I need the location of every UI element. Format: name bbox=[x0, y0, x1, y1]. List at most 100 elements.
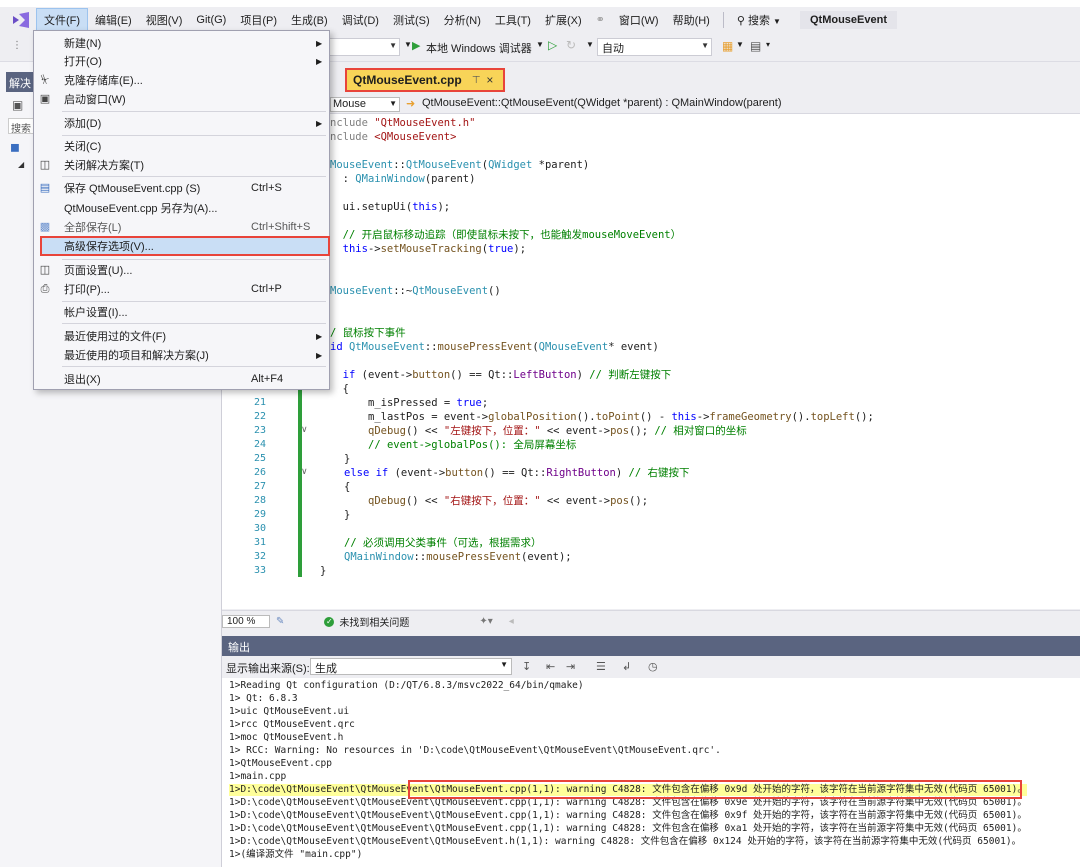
chevron-down-icon[interactable]: ▼ bbox=[736, 40, 744, 49]
code-line: QMainWindow::mousePressEvent(event); bbox=[344, 551, 572, 563]
play-icon[interactable]: ▶ bbox=[412, 39, 420, 52]
clock-icon[interactable]: ◷ bbox=[648, 660, 658, 673]
menu-item-advanced-save[interactable]: 高级保存选项(V)... bbox=[40, 236, 330, 256]
submenu-arrow-icon: ▶ bbox=[316, 56, 323, 66]
menu-project[interactable]: 项目(P) bbox=[233, 9, 284, 31]
line-number: 32 bbox=[253, 551, 266, 562]
menu-tools[interactable]: 工具(T) bbox=[488, 9, 538, 31]
scope-label: Mouse bbox=[333, 98, 367, 110]
menu-separator bbox=[62, 366, 326, 367]
start-without-debug-icon[interactable]: ▷ bbox=[548, 38, 557, 52]
method-icon: ➜ bbox=[406, 98, 416, 110]
tree-expand-icon[interactable]: ◢ bbox=[18, 160, 24, 169]
submenu-arrow-icon: ▶ bbox=[316, 350, 323, 360]
menu-analyze[interactable]: 分析(N) bbox=[437, 9, 488, 31]
menu-item-save-all[interactable]: ▩ 全部保存(L) Ctrl+Shift+S bbox=[34, 217, 329, 237]
prev-message-icon[interactable]: ⇤ bbox=[546, 660, 555, 673]
editor-status-bar: 100 % ✎ ✓ 未找到相关问题 ✦▾ ◂ bbox=[222, 610, 1080, 632]
search-button[interactable]: ⚲ 搜索 ▼ bbox=[730, 9, 788, 31]
code-line: } bbox=[344, 453, 351, 465]
output-source-value: 生成 bbox=[315, 663, 337, 675]
output-line: 1>D:\code\QtMouseEvent\QtMouseEvent\QtMo… bbox=[229, 836, 1022, 847]
line-number: 31 bbox=[253, 537, 266, 548]
code-editor[interactable] bbox=[222, 114, 1080, 609]
menu-item-close-solution[interactable]: ◫ 关闭解决方案(T) bbox=[34, 155, 329, 175]
submenu-arrow-icon: ▶ bbox=[316, 118, 323, 128]
find-message-icon[interactable]: ↧ bbox=[522, 660, 531, 673]
fold-icon[interactable]: ∨ bbox=[301, 466, 308, 477]
cleanup-icon[interactable]: ✦▾ bbox=[479, 616, 492, 627]
close-icon[interactable]: × bbox=[486, 73, 493, 87]
output-source-combo[interactable]: 生成 ▼ bbox=[310, 658, 512, 675]
menu-item-print[interactable]: ⎙ 打印(P)... Ctrl+P bbox=[34, 279, 329, 299]
solution-explorer-tab[interactable]: 解决 bbox=[6, 72, 34, 92]
menu-help[interactable]: 帮助(H) bbox=[666, 9, 717, 31]
solution-platform-combo[interactable]: 自动 ▼ bbox=[597, 38, 712, 56]
config-combo[interactable]: ▼ bbox=[328, 38, 400, 56]
member-dropdown[interactable]: ➜ QtMouseEvent::QtMouseEvent(QWidget *pa… bbox=[404, 97, 1080, 112]
menu-debug[interactable]: 调试(D) bbox=[335, 9, 386, 31]
code-line: } bbox=[320, 565, 327, 577]
debugger-label[interactable]: 本地 Windows 调试器 bbox=[426, 40, 532, 56]
menu-item-clone[interactable]: ⏧ 克隆存储库(E)... bbox=[34, 70, 329, 90]
chevron-down-icon: ▼ bbox=[500, 660, 508, 669]
toolbar-grip-icon: ⋮ bbox=[12, 40, 22, 51]
menu-edit[interactable]: 编辑(E) bbox=[88, 9, 139, 31]
menu-file[interactable]: 文件(F) bbox=[36, 7, 89, 32]
menu-item-close[interactable]: 关闭(C) bbox=[34, 136, 329, 156]
code-line: else if (event->button() == Qt::RightBut… bbox=[344, 467, 690, 479]
zoom-dropdown[interactable]: 100 % bbox=[222, 615, 270, 628]
menu-item-recent-files[interactable]: 最近使用过的文件(F) ▶ bbox=[34, 326, 329, 346]
brush-icon[interactable]: ✎ bbox=[276, 616, 284, 627]
menu-item-account-settings[interactable]: 帐户设置(I)... bbox=[34, 302, 329, 322]
menu-window[interactable]: 窗口(W) bbox=[612, 9, 666, 31]
search-label: 搜索 bbox=[747, 14, 770, 27]
solution-title: QtMouseEvent bbox=[799, 10, 897, 29]
pin-icon[interactable]: ⊤ bbox=[472, 75, 481, 86]
code-line: // event->globalPos(): 全局屏幕坐标 bbox=[368, 439, 577, 451]
menu-item-open[interactable]: 打开(O) ▶ bbox=[34, 51, 329, 71]
chevron-down-icon[interactable]: ▾ bbox=[766, 40, 770, 49]
issues-indicator[interactable]: ✓ 未找到相关问题 bbox=[324, 614, 409, 629]
line-number: 23 bbox=[253, 425, 266, 436]
output-line: 1>D:\code\QtMouseEvent\QtMouseEvent\QtMo… bbox=[229, 823, 1027, 834]
menu-item-exit[interactable]: 退出(X) Alt+F4 bbox=[34, 369, 329, 389]
chevron-down-icon[interactable]: ▼ bbox=[536, 40, 544, 49]
next-message-icon[interactable]: ⇥ bbox=[566, 660, 575, 673]
config-dropdown-arrow[interactable]: ▼ bbox=[404, 40, 412, 49]
fold-icon[interactable]: ∨ bbox=[301, 424, 308, 435]
change-tracking-bar bbox=[298, 390, 302, 577]
menu-view[interactable]: 视图(V) bbox=[139, 9, 190, 31]
menu-item-page-setup[interactable]: ◫ 页面设置(U)... bbox=[34, 260, 329, 280]
share-icon[interactable]: ⚭ bbox=[589, 10, 612, 29]
refresh-icon[interactable]: ↻ bbox=[566, 38, 576, 52]
line-number: 33 bbox=[253, 565, 266, 576]
word-wrap-icon[interactable]: ↲ bbox=[622, 660, 631, 673]
chevron-down-icon[interactable]: ▼ bbox=[586, 40, 594, 49]
menu-item-add[interactable]: 添加(D) ▶ bbox=[34, 113, 329, 133]
code-line: MouseEvent::~QtMouseEvent() bbox=[330, 285, 501, 297]
scope-dropdown[interactable]: Mouse ▼ bbox=[330, 97, 400, 112]
menu-build[interactable]: 生成(B) bbox=[284, 9, 335, 31]
menu-item-recent-projects[interactable]: 最近使用的项目和解决方案(J) ▶ bbox=[34, 345, 329, 365]
menu-test[interactable]: 测试(S) bbox=[386, 9, 437, 31]
tab-qtmouseevent-cpp[interactable]: QtMouseEvent.cpp ⊤ × bbox=[345, 68, 505, 92]
menu-extensions[interactable]: 扩展(X) bbox=[538, 9, 589, 31]
code-line: nclude "QtMouseEvent.h" bbox=[330, 117, 476, 129]
line-number: 26 bbox=[253, 467, 266, 478]
clear-all-icon[interactable]: ☰ bbox=[596, 660, 606, 673]
explorer-toolbar-icon[interactable]: ▣ bbox=[12, 98, 23, 112]
code-line: ui.setupUi(this); bbox=[330, 201, 451, 213]
menu-git[interactable]: Git(G) bbox=[189, 11, 233, 29]
scroll-left-icon[interactable]: ◂ bbox=[509, 616, 514, 627]
folder-icon[interactable]: ▦ bbox=[722, 39, 733, 53]
code-line: this->setMouseTracking(true); bbox=[342, 243, 527, 255]
output-line: 1>QtMouseEvent.cpp bbox=[229, 758, 332, 769]
menu-item-save[interactable]: ▤ 保存 QtMouseEvent.cpp (S) Ctrl+S bbox=[34, 178, 329, 198]
menu-item-save-as[interactable]: QtMouseEvent.cpp 另存为(A)... bbox=[34, 198, 329, 218]
layout-icon[interactable]: ▤ bbox=[750, 39, 761, 53]
menu-item-start-window[interactable]: ▣ 启动窗口(W) bbox=[34, 89, 329, 109]
code-line: / 鼠标按下事件 bbox=[330, 327, 406, 339]
solution-icon[interactable]: ◼ bbox=[10, 140, 20, 154]
menu-item-new[interactable]: 新建(N) ▶ bbox=[34, 33, 329, 53]
